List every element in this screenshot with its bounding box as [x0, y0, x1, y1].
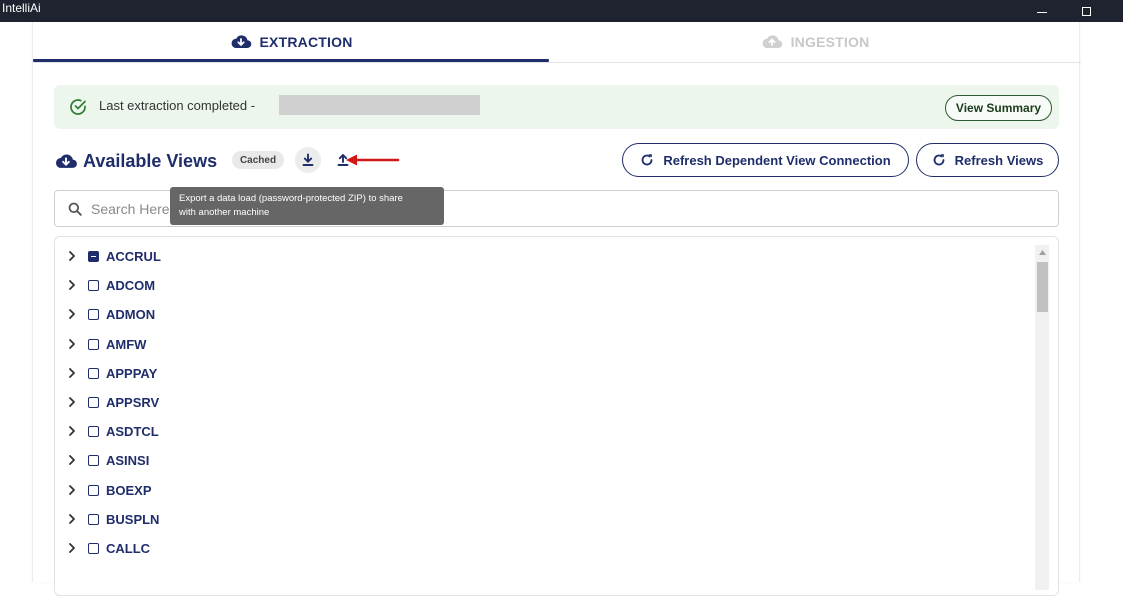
- minimize-icon: [1037, 11, 1047, 13]
- scrollbar[interactable]: [1035, 245, 1049, 590]
- cloud-download-icon: [55, 154, 77, 168]
- list-item-checkbox[interactable]: [88, 397, 99, 408]
- list-item[interactable]: AMFW: [55, 330, 1030, 359]
- list-item[interactable]: APPPAY: [55, 359, 1030, 388]
- window-title: IntelliAi: [2, 1, 41, 15]
- list-item[interactable]: BOEXP: [55, 476, 1030, 505]
- refresh-dependent-label: Refresh Dependent View Connection: [663, 152, 891, 168]
- list-item-checkbox[interactable]: [88, 280, 99, 292]
- list-item-label: ADCOM: [106, 278, 156, 294]
- list-item-label: ASINSI: [106, 453, 150, 469]
- maximize-icon: [1081, 6, 1091, 16]
- list-item-label: ADMON: [106, 307, 156, 323]
- list-item[interactable]: ASINSI: [55, 446, 1030, 475]
- list-item-checkbox[interactable]: [88, 338, 99, 350]
- scroll-up-button[interactable]: [1035, 245, 1049, 259]
- caret-up-icon: [1038, 249, 1046, 255]
- chevron-right-icon[interactable]: [67, 542, 77, 554]
- tab-ingestion[interactable]: INGESTION: [549, 22, 1081, 62]
- list-item-checkbox[interactable]: [88, 251, 99, 262]
- view-summary-button[interactable]: View Summary: [945, 95, 1052, 121]
- redacted-timestamp: [279, 95, 480, 115]
- refresh-icon: [933, 154, 945, 166]
- window-titlebar: IntelliAi: [0, 0, 1123, 22]
- chevron-right-icon[interactable]: [67, 484, 77, 496]
- cached-badge: Cached: [232, 151, 284, 169]
- list-item-label: APPPAY: [106, 365, 158, 381]
- refresh-dependent-view-connection-button[interactable]: Refresh Dependent View Connection: [622, 143, 909, 177]
- list-item-label: AMFW: [106, 336, 147, 352]
- annotation-arrow-icon: [346, 154, 400, 166]
- list-item-label: BUSPLN: [106, 511, 160, 527]
- tab-bar: EXTRACTION INGESTION: [33, 22, 1081, 63]
- cloud-upload-icon: [762, 35, 782, 49]
- refresh-views-label: Refresh Views: [954, 152, 1044, 168]
- list-item-label: APPSRV: [106, 395, 160, 410]
- export-tooltip: Export a data load (password-protected Z…: [170, 187, 444, 225]
- chevron-right-icon[interactable]: [67, 425, 77, 437]
- list-item-label: ASDTCL: [106, 424, 159, 440]
- list-item-checkbox[interactable]: [88, 426, 99, 438]
- chevron-right-icon[interactable]: [67, 367, 77, 379]
- list-item-label: BOEXP: [106, 482, 152, 498]
- list-item[interactable]: CALLC: [55, 534, 1030, 563]
- views-list: ACCRUL ADCOM ADMON AMFW APPPAY APPSRV ASDTCL AS…: [54, 236, 1059, 596]
- status-text: Last extraction completed -: [99, 98, 256, 113]
- chevron-right-icon[interactable]: [67, 396, 77, 408]
- list-item[interactable]: ASDTCL: [55, 417, 1030, 446]
- scroll-thumb[interactable]: [1037, 262, 1048, 312]
- extraction-status-banner: Last extraction completed - View Summary: [54, 85, 1059, 129]
- chevron-right-icon[interactable]: [67, 308, 77, 320]
- maximize-button[interactable]: [1066, 0, 1106, 22]
- list-item-checkbox[interactable]: [88, 484, 99, 496]
- chevron-right-icon[interactable]: [67, 454, 77, 466]
- list-item-label: ACCRUL: [106, 249, 161, 264]
- list-item-checkbox[interactable]: [88, 455, 99, 467]
- tab-extraction[interactable]: EXTRACTION: [33, 22, 549, 62]
- check-circle-icon: [70, 99, 86, 115]
- list-item-checkbox[interactable]: [88, 513, 99, 525]
- chevron-right-icon[interactable]: [67, 279, 77, 291]
- chevron-right-icon[interactable]: [67, 338, 77, 350]
- tooltip-line-1: Export a data load (password-protected Z…: [179, 193, 403, 204]
- refresh-views-button[interactable]: Refresh Views: [916, 143, 1059, 177]
- tooltip-line-2: with another machine: [179, 207, 270, 218]
- list-item-checkbox[interactable]: [88, 309, 99, 321]
- minimize-button[interactable]: [1022, 0, 1062, 22]
- search-icon: [68, 202, 82, 216]
- tab-extraction-label: EXTRACTION: [259, 34, 353, 50]
- list-item[interactable]: ADMON: [55, 300, 1030, 329]
- export-data-load-button[interactable]: [295, 147, 321, 173]
- list-item-label: CALLC: [106, 541, 151, 556]
- list-item[interactable]: APPSRV: [55, 388, 1030, 417]
- list-item[interactable]: ADCOM: [55, 271, 1030, 300]
- list-item[interactable]: ACCRUL: [55, 242, 1030, 271]
- list-item-checkbox[interactable]: [88, 543, 99, 554]
- chevron-right-icon[interactable]: [67, 250, 77, 262]
- tab-ingestion-label: INGESTION: [790, 34, 870, 50]
- main-card: EXTRACTION INGESTION Last extraction com…: [32, 22, 1081, 596]
- cloud-download-icon: [231, 35, 251, 49]
- list-item[interactable]: BUSPLN: [55, 505, 1030, 534]
- refresh-icon: [641, 154, 653, 166]
- active-tab-indicator: [33, 59, 549, 62]
- chevron-right-icon[interactable]: [67, 513, 77, 525]
- download-icon: [302, 153, 314, 166]
- available-views-title: Available Views: [83, 151, 218, 171]
- list-item-checkbox[interactable]: [88, 367, 99, 379]
